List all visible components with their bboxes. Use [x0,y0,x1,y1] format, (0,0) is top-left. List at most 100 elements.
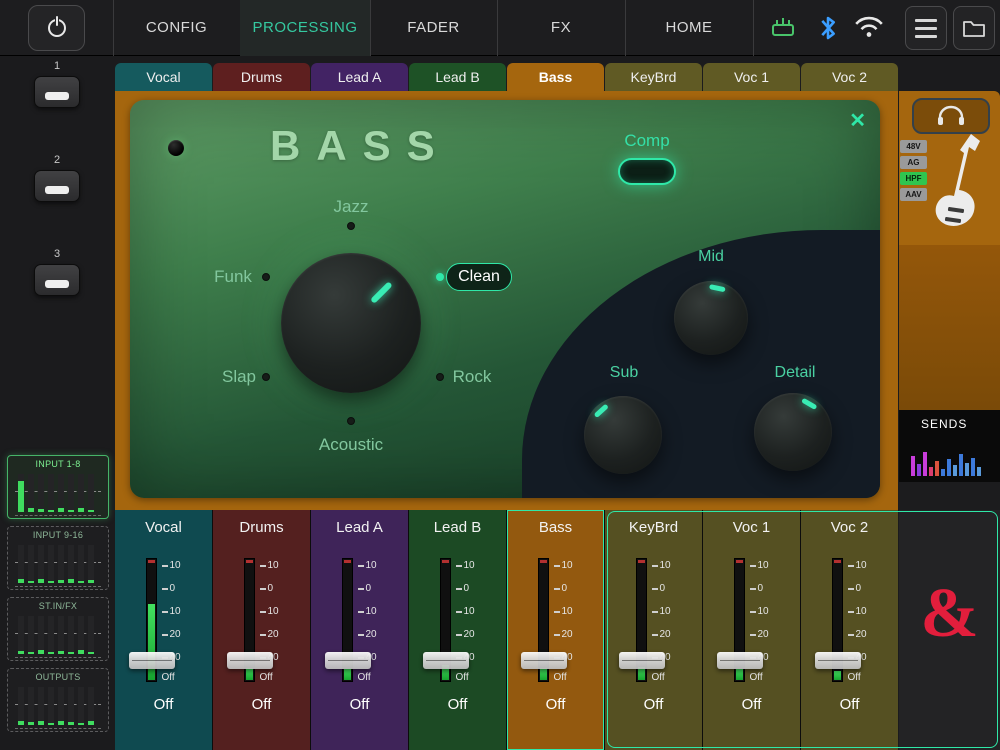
library-button[interactable] [953,6,995,50]
channel-tab-voc-1[interactable]: Voc 1 [703,63,800,91]
sends-bar [959,454,963,476]
meter-scale-label: 10 [366,562,377,570]
meter-scale: 100102040Off [358,562,394,688]
mini-meter-bar [48,545,54,583]
channel-tab-drums[interactable]: Drums [213,63,310,91]
channel-tab-voc-2[interactable]: Voc 2 [801,63,898,91]
meter-group-stin-fx[interactable]: ST.IN/FX [7,597,109,661]
mini-meter-bar [68,474,74,512]
tick-mark [750,588,756,590]
mini-meter-bar [18,616,24,654]
meter-group-input-1-8[interactable]: INPUT 1-8 [7,455,109,519]
preset-option-clean[interactable]: Clean [446,263,512,291]
comp-toggle-button[interactable] [618,158,676,185]
fader-value: Off [605,696,702,713]
channel-tab-keybrd[interactable]: KeyBrd [605,63,702,91]
brand-logo: & [899,574,1000,654]
channel-tab-vocal[interactable]: Vocal [115,63,212,91]
badge-hpf[interactable]: HPF [900,172,927,185]
meter-scale-row: 20 [162,631,181,639]
fader-handle[interactable] [227,652,273,669]
meter-scale-label: 10 [170,608,181,616]
scenes-button[interactable] [905,6,947,50]
tick-mark [848,588,854,590]
sends-bar [929,467,933,476]
tick-mark [162,611,168,613]
tab-fx[interactable]: FX [497,0,625,56]
sends-bar [965,463,969,476]
meter-fill [736,669,743,680]
strip-name: Vocal [115,519,212,536]
fader-handle[interactable] [619,652,665,669]
preset-option-rock[interactable]: Rock [453,367,492,387]
mini-meter-bar [28,687,34,725]
power-button[interactable] [28,5,85,51]
fader-value: Off [507,696,604,713]
tick-mark [162,565,168,567]
sends-panel[interactable]: SENDS [899,410,1000,482]
badge-48v[interactable]: 48V [900,140,927,153]
meter-scale-label: 20 [660,631,671,639]
headphones-button[interactable] [912,98,990,134]
preset-option-funk[interactable]: Funk [214,267,252,287]
meter-scale-label: 10 [856,608,867,616]
meter-scale-label: 20 [268,631,279,639]
mini-meter-bar [78,616,84,654]
preset-option-acoustic[interactable]: Acoustic [319,435,383,455]
tab-home[interactable]: HOME [625,0,753,56]
fader-handle[interactable] [129,652,175,669]
tab-fader[interactable]: FADER [370,0,497,56]
strip-voc-2[interactable]: Voc 2 100102040Off Off [801,510,898,750]
fader-handle[interactable] [423,652,469,669]
softkey-3[interactable] [34,264,80,296]
channel-tab-lead-b[interactable]: Lead B [409,63,506,91]
fader-handle[interactable] [325,652,371,669]
strip-name: Voc 2 [801,519,898,536]
meter-scale-label: 10 [562,562,573,570]
meter-scale-label: 0 [170,585,176,593]
strip-lead-b[interactable]: Lead B 100102040Off Off [409,510,506,750]
meter-group-outputs[interactable]: OUTPUTS [7,668,109,732]
knob-indicator [594,404,609,418]
tab-config[interactable]: CONFIG [113,0,240,56]
strip-name: Bass [507,519,604,536]
meter-fill [344,669,351,680]
bluetooth-icon [818,13,838,48]
strip-lead-a[interactable]: Lead A 100102040Off Off [311,510,408,750]
meter-scale-label: 10 [660,562,671,570]
channel-tab-lead-a[interactable]: Lead A [311,63,408,91]
strip-keybrd[interactable]: KeyBrd 100102040Off Off [605,510,702,750]
preset-knob[interactable] [281,253,421,393]
sub-knob[interactable] [584,396,662,474]
usb-device-icon [768,14,798,45]
badge-ag[interactable]: AG [900,156,927,169]
strip-voc-1[interactable]: Voc 1 100102040Off Off [703,510,800,750]
tick-mark [554,588,560,590]
tick-mark [456,588,462,590]
fader-handle[interactable] [815,652,861,669]
channel-tab-bass[interactable]: Bass [507,63,604,91]
fader-handle[interactable] [521,652,567,669]
brand-block: & [899,510,1000,750]
mini-meter-bar [38,616,44,654]
softkey-2[interactable] [34,170,80,202]
layers-icon [915,35,937,38]
close-icon[interactable]: ✕ [849,108,866,133]
meter-scale-label: 10 [268,608,279,616]
badge-aav[interactable]: AAV [900,188,927,201]
mid-knob[interactable] [674,281,748,355]
meter-scale-row: 10 [652,562,671,570]
tick-mark [848,634,854,636]
softkey-1[interactable] [34,76,80,108]
strip-bass[interactable]: Bass 100102040Off Off [507,510,604,750]
meter-group-label: INPUT 9-16 [8,530,108,540]
fader-handle[interactable] [717,652,763,669]
meter-group-input-9-16[interactable]: INPUT 9-16 [7,526,109,590]
strip-vocal[interactable]: Vocal 100102040Off Off [115,510,212,750]
tab-processing[interactable]: PROCESSING [240,0,370,56]
preset-option-slap[interactable]: Slap [222,367,256,387]
detail-knob[interactable] [754,393,832,471]
preset-option-jazz[interactable]: Jazz [334,197,369,217]
meter-scale-row: Off [750,674,763,682]
strip-drums[interactable]: Drums 100102040Off Off [213,510,310,750]
